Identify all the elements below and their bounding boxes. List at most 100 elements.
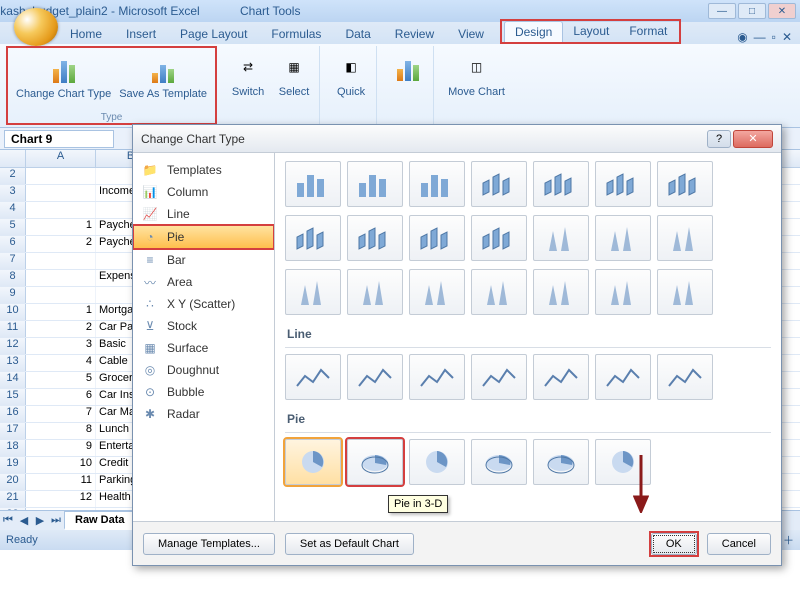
tab-format[interactable]: Format: [619, 21, 677, 42]
row-header[interactable]: 9: [0, 287, 26, 303]
category-bar[interactable]: ≡Bar: [133, 249, 274, 271]
chart-thumb[interactable]: [285, 269, 341, 315]
cell[interactable]: 5: [26, 372, 96, 388]
row-header[interactable]: 8: [0, 270, 26, 286]
dialog-help-button[interactable]: ?: [707, 130, 731, 148]
chart-thumb[interactable]: [409, 161, 465, 207]
cell[interactable]: 11: [26, 474, 96, 490]
category-column[interactable]: 📊Column: [133, 181, 274, 203]
help-icon[interactable]: ◉: [737, 30, 747, 44]
cell[interactable]: 1: [26, 304, 96, 320]
chart-thumb[interactable]: [533, 439, 589, 485]
manage-templates-button[interactable]: Manage Templates...: [143, 533, 275, 555]
change-chart-type-button[interactable]: Change Chart Type: [12, 50, 115, 102]
chart-thumb[interactable]: [347, 269, 403, 315]
row-header[interactable]: 11: [0, 321, 26, 337]
move-chart-button[interactable]: ◫Move Chart: [444, 48, 509, 100]
chart-thumb[interactable]: [471, 215, 527, 261]
close-button[interactable]: ✕: [768, 3, 796, 19]
name-box[interactable]: Chart 9: [4, 130, 114, 148]
chart-thumb[interactable]: [657, 354, 713, 400]
chart-thumb[interactable]: [409, 439, 465, 485]
row-header[interactable]: 13: [0, 355, 26, 371]
category-doughnut[interactable]: ◎Doughnut: [133, 359, 274, 381]
ok-button[interactable]: OK: [651, 533, 697, 555]
chart-thumb[interactable]: [347, 354, 403, 400]
category-surface[interactable]: ▦Surface: [133, 337, 274, 359]
row-header[interactable]: 20: [0, 474, 26, 490]
row-header[interactable]: 17: [0, 423, 26, 439]
switch-row-col-button[interactable]: ⇄ Switch: [227, 48, 269, 100]
minimize-button[interactable]: —: [708, 3, 736, 19]
chart-thumb[interactable]: [657, 269, 713, 315]
cell[interactable]: [26, 508, 96, 510]
chart-thumb[interactable]: [285, 354, 341, 400]
cell[interactable]: [26, 253, 96, 269]
category-area[interactable]: 〰Area: [133, 271, 274, 293]
close-doc-button[interactable]: ✕: [782, 30, 792, 44]
nav-prev[interactable]: ◀: [16, 514, 32, 527]
tab-design[interactable]: Design: [504, 21, 563, 42]
chart-thumb[interactable]: [533, 215, 589, 261]
cell[interactable]: 1: [26, 219, 96, 235]
office-orb[interactable]: [14, 8, 58, 46]
set-default-chart-button[interactable]: Set as Default Chart: [285, 533, 414, 555]
category-bubble[interactable]: ⊙Bubble: [133, 381, 274, 403]
category-pie[interactable]: ◔Pie: [133, 225, 274, 249]
chart-thumb[interactable]: [285, 215, 341, 261]
chart-thumb[interactable]: [595, 269, 651, 315]
chart-thumb[interactable]: [595, 215, 651, 261]
cell[interactable]: [26, 287, 96, 303]
cell[interactable]: 7: [26, 406, 96, 422]
chart-thumb[interactable]: [285, 439, 341, 485]
zoom-in-button[interactable]: ＋: [783, 532, 794, 548]
cancel-button[interactable]: Cancel: [707, 533, 771, 555]
nav-first[interactable]: ⏮: [0, 514, 16, 527]
chart-thumb[interactable]: [533, 269, 589, 315]
category-line[interactable]: 📈Line: [133, 203, 274, 225]
row-header[interactable]: 7: [0, 253, 26, 269]
chart-thumb[interactable]: [471, 354, 527, 400]
chart-thumb[interactable]: [285, 161, 341, 207]
row-header[interactable]: 22: [0, 508, 26, 510]
row-header[interactable]: 10: [0, 304, 26, 320]
nav-last[interactable]: ⏭: [48, 514, 64, 527]
row-header[interactable]: 3: [0, 185, 26, 201]
tab-layout[interactable]: Layout: [563, 21, 619, 42]
chart-thumb[interactable]: [347, 161, 403, 207]
row-header[interactable]: 16: [0, 406, 26, 422]
row-header[interactable]: 18: [0, 440, 26, 456]
cell[interactable]: 10: [26, 457, 96, 473]
col-a-header[interactable]: A: [26, 150, 96, 167]
chart-thumb[interactable]: [533, 161, 589, 207]
category-templates[interactable]: 📁Templates: [133, 159, 274, 181]
dialog-close-button[interactable]: ✕: [733, 130, 773, 148]
tab-view[interactable]: View: [448, 24, 494, 44]
tab-data[interactable]: Data: [335, 24, 380, 44]
save-as-template-button[interactable]: Save As Template: [115, 50, 211, 102]
cell[interactable]: 8: [26, 423, 96, 439]
chart-thumb[interactable]: [471, 269, 527, 315]
row-header[interactable]: 5: [0, 219, 26, 235]
chart-thumb[interactable]: [347, 439, 403, 485]
cell[interactable]: [26, 185, 96, 201]
chart-thumb[interactable]: [595, 354, 651, 400]
row-header[interactable]: 14: [0, 372, 26, 388]
chart-thumb[interactable]: [347, 215, 403, 261]
cell[interactable]: [26, 270, 96, 286]
category-stock[interactable]: ⊻Stock: [133, 315, 274, 337]
nav-next[interactable]: ▶: [32, 514, 48, 527]
cell[interactable]: 12: [26, 491, 96, 507]
quick-layout-button[interactable]: ◧Quick: [330, 48, 372, 100]
chart-styles-gallery[interactable]: [387, 48, 429, 86]
row-header[interactable]: 21: [0, 491, 26, 507]
row-header[interactable]: 6: [0, 236, 26, 252]
min-ribbon-button[interactable]: —: [754, 30, 766, 44]
row-header[interactable]: 12: [0, 338, 26, 354]
chart-thumb[interactable]: [595, 161, 651, 207]
row-header[interactable]: 19: [0, 457, 26, 473]
select-data-button[interactable]: ▦ Select: [273, 48, 315, 100]
row-header[interactable]: 4: [0, 202, 26, 218]
category-radar[interactable]: ✱Radar: [133, 403, 274, 425]
chart-thumb[interactable]: [657, 215, 713, 261]
